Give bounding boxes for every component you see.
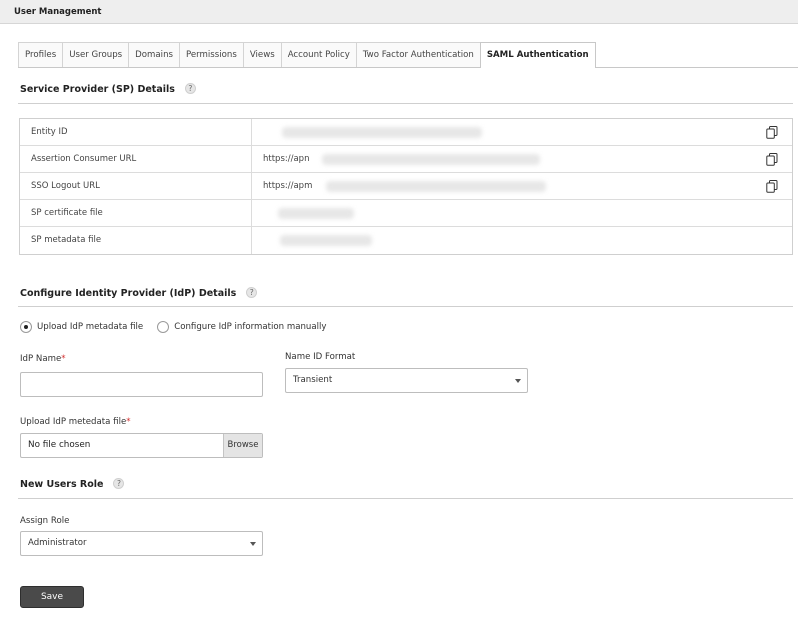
idp-section-heading: Configure Identity Provider (IdP) Detail… [20, 287, 258, 299]
app-header: User Management [0, 0, 798, 24]
radio-upload-metadata[interactable] [20, 321, 32, 333]
assign-role-value: Administrator [28, 538, 87, 548]
tab-saml-authentication[interactable]: SAML Authentication [479, 42, 596, 68]
redacted-value [326, 181, 546, 192]
radio-configure-manually[interactable] [157, 321, 170, 333]
sp-row-sp-metadata-file: SP metadata file [20, 227, 792, 254]
name-id-format-label: Name ID Format [285, 352, 356, 362]
name-id-format-value: Transient [293, 375, 333, 385]
redacted-value [282, 127, 482, 138]
radio-configure-manually-label[interactable]: Configure IdP information manually [174, 322, 326, 332]
name-id-format-select[interactable]: Transient [285, 368, 528, 393]
metadata-file-input[interactable]: No file chosen Browse [20, 433, 263, 458]
page-title: User Management [14, 7, 102, 17]
idp-name-label: IdP Name* [20, 354, 66, 364]
help-icon[interactable]: ? [184, 83, 196, 94]
sp-row-label: Assertion Consumer URL [20, 146, 252, 172]
chevron-down-icon [250, 541, 256, 546]
tab-profiles[interactable]: Profiles [18, 42, 64, 67]
sp-section-title: Service Provider (SP) Details [20, 84, 175, 95]
copy-icon[interactable] [766, 180, 778, 193]
tab-two-factor-authentication[interactable]: Two Factor Authentication [355, 42, 481, 67]
redacted-value [322, 154, 540, 165]
idp-name-input[interactable] [20, 372, 263, 397]
save-button[interactable]: Save [20, 586, 84, 608]
copy-icon[interactable] [766, 153, 778, 166]
sp-row-value: https://apm [263, 181, 313, 191]
tab-domains[interactable]: Domains [128, 42, 180, 67]
file-status-text: No file chosen [28, 440, 91, 450]
help-icon[interactable]: ? [246, 287, 258, 298]
chevron-down-icon [515, 378, 521, 383]
sp-row-sso-logout-url: SSO Logout URL https://apm [20, 173, 792, 200]
sp-row-label: SSO Logout URL [20, 173, 252, 199]
idp-name-label-text: IdP Name [20, 354, 62, 364]
sp-details-table: Entity ID Assertion Consumer URL https:/… [19, 118, 793, 255]
role-section-heading: New Users Role? [20, 478, 125, 490]
help-icon[interactable]: ? [113, 478, 125, 489]
redacted-value [280, 235, 372, 246]
sp-section-heading: Service Provider (SP) Details? [20, 83, 196, 95]
required-mark: * [126, 417, 131, 427]
copy-icon[interactable] [766, 126, 778, 139]
required-mark: * [61, 354, 66, 364]
radio-upload-metadata-label[interactable]: Upload IdP metadata file [37, 322, 143, 332]
sp-row-value: https://apn [263, 154, 310, 164]
divider [18, 103, 793, 104]
redacted-value [278, 208, 354, 219]
assign-role-select[interactable]: Administrator [20, 531, 263, 556]
divider [18, 498, 793, 499]
divider [18, 306, 793, 307]
idp-mode-radio-group: Upload IdP metadata file Configure IdP i… [20, 321, 327, 333]
role-section-title: New Users Role [20, 479, 104, 490]
tab-permissions[interactable]: Permissions [179, 42, 244, 67]
tab-bar: Profiles User Groups Domains Permissions… [18, 42, 798, 68]
sp-row-label: SP metadata file [20, 227, 252, 254]
upload-metadata-label-text: Upload IdP metedata file [20, 417, 127, 427]
sp-row-assertion-consumer-url: Assertion Consumer URL https://apn [20, 146, 792, 173]
upload-metadata-label: Upload IdP metedata file* [20, 417, 131, 427]
sp-row-label: Entity ID [20, 119, 252, 145]
sp-row-sp-certificate-file: SP certificate file [20, 200, 792, 227]
sp-row-label: SP certificate file [20, 200, 252, 226]
idp-section-title: Configure Identity Provider (IdP) Detail… [20, 288, 237, 299]
sp-row-entity-id: Entity ID [20, 119, 792, 146]
tab-user-groups[interactable]: User Groups [62, 42, 130, 67]
tab-views[interactable]: Views [242, 42, 282, 67]
tab-account-policy[interactable]: Account Policy [280, 42, 357, 67]
assign-role-label: Assign Role [20, 516, 70, 526]
browse-button[interactable]: Browse [223, 434, 262, 457]
